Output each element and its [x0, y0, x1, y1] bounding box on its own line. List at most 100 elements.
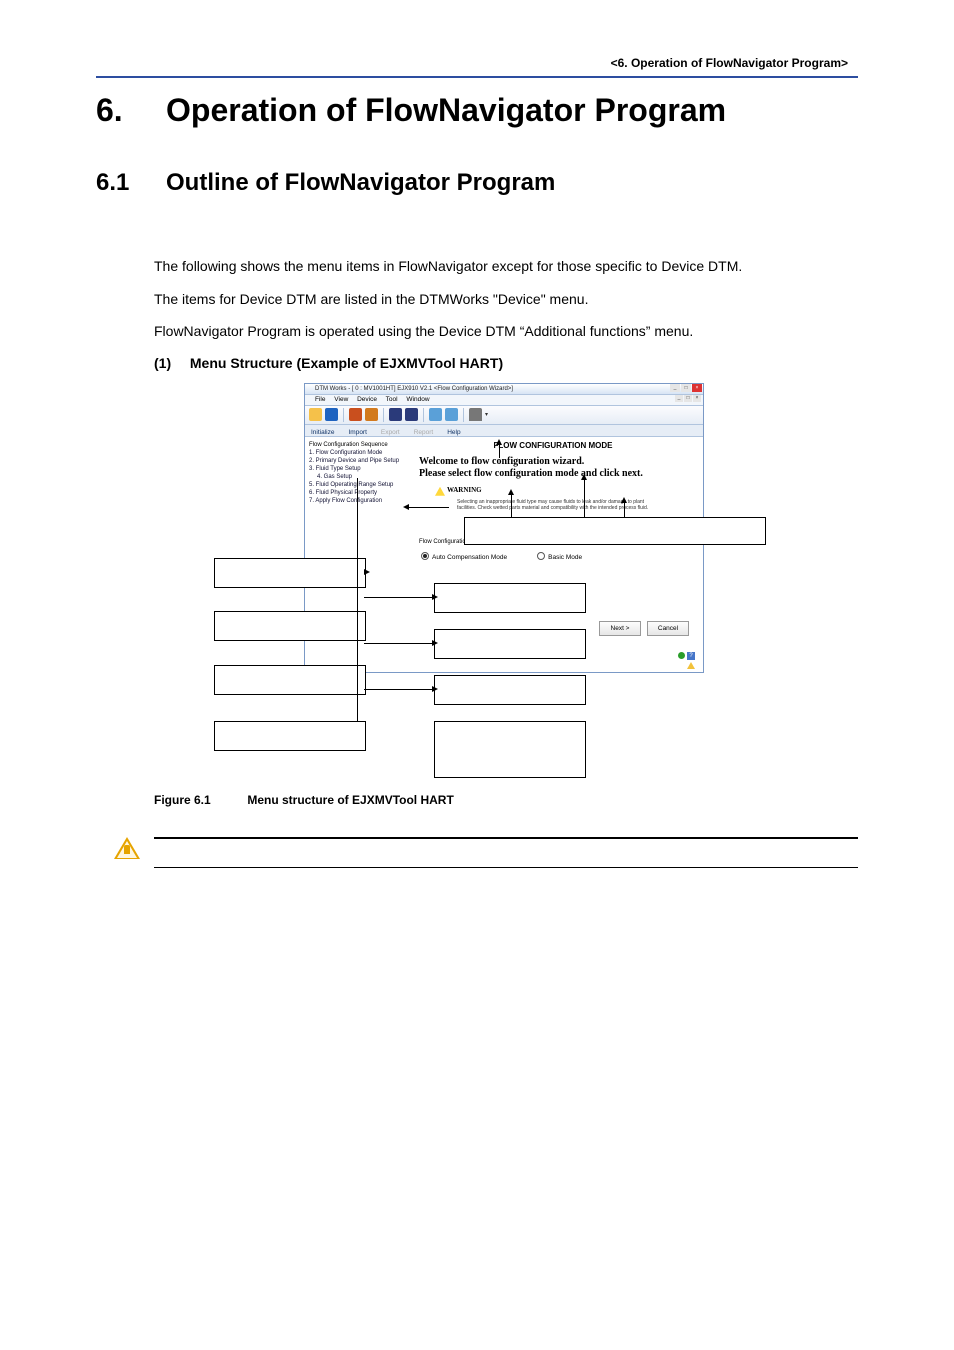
- caution-block: [154, 837, 858, 868]
- welcome-line: Welcome to flow configuration wizard.: [419, 456, 697, 469]
- cancel-button[interactable]: Cancel: [647, 621, 689, 636]
- help-icon[interactable]: ?: [687, 652, 695, 660]
- toolbar-icon[interactable]: [389, 408, 402, 421]
- app-toolbar: ▾: [305, 406, 703, 425]
- status-corner: ?: [678, 652, 695, 660]
- subsection-head: (1) Menu Structure (Example of EJXMVTool…: [154, 355, 858, 371]
- radio-icon: [421, 552, 429, 560]
- arrowhead-icon: [403, 504, 409, 510]
- toolbar-icon[interactable]: [325, 408, 338, 421]
- warning-row: WARNING Selecting an inappropriate fluid…: [435, 487, 697, 513]
- subsection-index: (1): [154, 355, 186, 371]
- arrowhead-icon: [432, 640, 438, 646]
- body-text: The following shows the menu items in Fl…: [154, 253, 858, 345]
- arrowhead-icon: [496, 439, 502, 445]
- mode-title: FLOW CONFIGURATION MODE: [409, 441, 697, 450]
- toolbar-dropdown-icon[interactable]: ▾: [485, 411, 488, 418]
- toolbar-icon[interactable]: [349, 408, 362, 421]
- callout-box: [214, 558, 366, 588]
- running-head: <6. Operation of FlowNavigator Program>: [96, 56, 858, 70]
- sidebar-item[interactable]: 7. Apply Flow Configuration: [309, 497, 401, 505]
- figure-caption-text: Menu structure of EJXMVTool HART: [247, 793, 453, 807]
- menu-file[interactable]: File: [315, 396, 325, 403]
- welcome-text: Welcome to flow configuration wizard. Pl…: [409, 456, 697, 481]
- chapter-number: 6.: [96, 92, 166, 129]
- section-text: Outline of FlowNavigator Program: [166, 169, 555, 197]
- callout-box: [434, 721, 586, 778]
- chapter-text: Operation of FlowNavigator Program: [166, 92, 726, 129]
- arrowhead-icon: [508, 489, 514, 495]
- figure-caption: Figure 6.1 Menu structure of EJXMVTool H…: [154, 793, 858, 807]
- maximize-icon[interactable]: □: [681, 384, 691, 392]
- sidebar-item[interactable]: 4. Gas Setup: [309, 473, 401, 481]
- mdi-minimize-icon[interactable]: _: [675, 395, 683, 402]
- toolbar-separator: [463, 408, 464, 422]
- paragraph: The following shows the menu items in Fl…: [154, 253, 858, 280]
- next-button[interactable]: Next >: [599, 621, 641, 636]
- leader-line: [584, 478, 585, 517]
- leader-line: [364, 689, 434, 690]
- app-title: DTM Works - [ 0 : MV1001HT] EJX910 V2.1 …: [315, 386, 513, 392]
- toolbar-icon[interactable]: [405, 408, 418, 421]
- tab-help[interactable]: Help: [447, 429, 460, 436]
- subsection-text: Menu Structure (Example of EJXMVTool HAR…: [190, 355, 503, 371]
- arrowhead-icon: [364, 569, 370, 575]
- arrowhead-icon: [432, 594, 438, 600]
- sidebar-item[interactable]: 5. Fluid Operating Range Setup: [309, 481, 401, 489]
- toolbar-icon[interactable]: [429, 408, 442, 421]
- section-title: 6.1 Outline of FlowNavigator Program: [96, 169, 858, 197]
- sidebar-header: Flow Configuration Sequence: [309, 441, 401, 449]
- caution-icon: [114, 837, 140, 859]
- leader-line: [409, 507, 449, 508]
- callout-box: [214, 721, 366, 751]
- callout-box: [464, 517, 766, 545]
- paragraph: FlowNavigator Program is operated using …: [154, 318, 858, 345]
- radio-label: Auto Compensation Mode: [432, 554, 507, 561]
- flow-mode-group: Flow Configuration Mode Auto Compensatio…: [417, 543, 597, 561]
- header-rule: [96, 76, 858, 78]
- welcome-line: Please select flow configuration mode an…: [419, 468, 697, 481]
- radio-label: Basic Mode: [548, 554, 582, 561]
- button-row: Next > Cancel: [599, 621, 689, 636]
- radio-auto-mode[interactable]: Auto Compensation Mode: [421, 551, 507, 561]
- app-titlebar: DTM Works - [ 0 : MV1001HT] EJX910 V2.1 …: [305, 384, 703, 395]
- tab-import[interactable]: Import: [348, 429, 366, 436]
- leader-line: [364, 643, 434, 644]
- tab-report: Report: [414, 429, 434, 436]
- close-icon[interactable]: ×: [692, 384, 702, 392]
- radio-basic-mode[interactable]: Basic Mode: [537, 551, 582, 561]
- warning-status-icon: [687, 662, 695, 669]
- radio-icon: [537, 552, 545, 560]
- wizard-steps-sidebar: Flow Configuration Sequence 1. Flow Conf…: [309, 441, 401, 506]
- window-controls: _ □ ×: [669, 384, 702, 392]
- caution-rule: [154, 867, 858, 868]
- app-menubar: File View Device Tool Window _ □ ×: [305, 395, 703, 406]
- menu-window[interactable]: Window: [406, 396, 429, 403]
- menu-view[interactable]: View: [334, 396, 348, 403]
- sidebar-item[interactable]: 6. Fluid Physical Property: [309, 489, 401, 497]
- figure: DTM Works - [ 0 : MV1001HT] EJX910 V2.1 …: [154, 383, 794, 783]
- toolbar-icon[interactable]: [445, 408, 458, 421]
- leader-line: [624, 501, 625, 517]
- warning-label: WARNING: [447, 486, 482, 494]
- toolbar-separator: [383, 408, 384, 422]
- tab-export: Export: [381, 429, 400, 436]
- menu-tool[interactable]: Tool: [386, 396, 398, 403]
- tab-initialize[interactable]: Initialize: [311, 429, 334, 436]
- chapter-title: 6. Operation of FlowNavigator Program: [96, 92, 858, 129]
- leader-line: [511, 493, 512, 517]
- print-icon[interactable]: [469, 408, 482, 421]
- mdi-close-icon[interactable]: ×: [693, 395, 701, 402]
- callout-box: [434, 675, 586, 705]
- sidebar-item[interactable]: 1. Flow Configuration Mode: [309, 449, 401, 457]
- toolbar-separator: [343, 408, 344, 422]
- toolbar-icon[interactable]: [365, 408, 378, 421]
- toolbar-icon[interactable]: [309, 408, 322, 421]
- menu-device[interactable]: Device: [357, 396, 377, 403]
- mdi-restore-icon[interactable]: □: [684, 395, 692, 402]
- warning-text: Selecting an inappropriate fluid type ma…: [457, 499, 657, 511]
- sidebar-item[interactable]: 3. Fluid Type Setup: [309, 465, 401, 473]
- sidebar-item[interactable]: 2. Primary Device and Pipe Setup: [309, 457, 401, 465]
- minimize-icon[interactable]: _: [670, 384, 680, 392]
- leader-line: [364, 597, 434, 598]
